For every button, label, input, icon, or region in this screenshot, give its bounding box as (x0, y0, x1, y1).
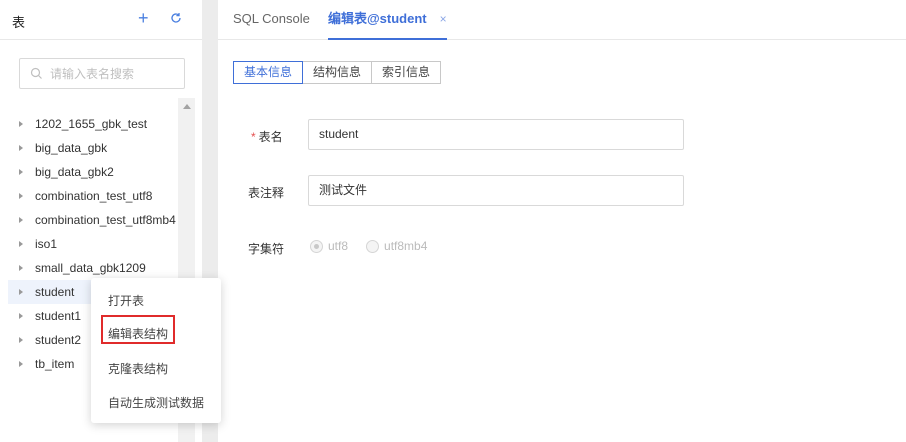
highlight-box (101, 315, 175, 344)
table-item-label: student1 (35, 309, 82, 323)
caret-right-icon[interactable] (19, 289, 23, 295)
sidebar-title: 表 (12, 15, 26, 30)
caret-right-icon[interactable] (19, 217, 23, 223)
charset-radio-utf8[interactable] (310, 239, 323, 253)
refresh-icon[interactable] (170, 8, 186, 28)
charset-option-label: utf8mb4 (384, 239, 428, 253)
subtab-structure-info[interactable]: 结构信息 (302, 61, 373, 84)
caret-right-icon[interactable] (19, 169, 23, 175)
table-item[interactable]: iso1 (8, 232, 178, 256)
table-item[interactable]: small_data_gbk1209 (8, 256, 178, 280)
table-item-label: big_data_gbk (35, 141, 108, 155)
table-item-label: 1202_1655_gbk_test (35, 117, 148, 131)
charset-label: 字集符 (248, 242, 285, 256)
table-search (19, 58, 185, 89)
table-item[interactable]: 1202_1655_gbk_test (8, 112, 178, 136)
table-item-label: combination_test_utf8 (35, 189, 153, 203)
add-table-icon[interactable]: + (138, 8, 154, 28)
table-item-label: student2 (35, 333, 82, 347)
tab-edit-table-label: 编辑表@student (328, 11, 427, 26)
tab-edit-table[interactable]: 编辑表@student × (328, 0, 447, 40)
search-input[interactable] (50, 65, 180, 83)
caret-right-icon[interactable] (19, 193, 23, 199)
context-menu: 打开表 编辑表结构 克隆表结构 自动生成测试数据 (91, 278, 221, 423)
caret-right-icon[interactable] (19, 241, 23, 247)
table-item-label: small_data_gbk1209 (35, 261, 146, 275)
table-name-label: * 表名 (251, 128, 283, 145)
close-icon[interactable]: × (440, 0, 447, 38)
caret-right-icon[interactable] (19, 361, 23, 367)
subtab-index-info[interactable]: 索引信息 (371, 61, 442, 84)
table-item-label: iso1 (35, 237, 58, 251)
table-item-label: combination_test_utf8mb4 (35, 213, 176, 227)
table-name-label-text: 表名 (258, 130, 283, 144)
table-name-field[interactable]: student (308, 119, 684, 150)
menu-item-clone-structure[interactable]: 克隆表结构 (108, 360, 168, 377)
search-icon (30, 67, 43, 80)
sidebar-header: 表 + (0, 0, 202, 40)
caret-right-icon[interactable] (19, 337, 23, 343)
scroll-up-arrow-icon[interactable] (183, 104, 191, 109)
charset-radio-group: utf8 utf8mb4 (310, 239, 445, 253)
table-item-label: student (35, 285, 75, 299)
subtab-basic-info[interactable]: 基本信息 (233, 61, 304, 84)
required-mark: * (251, 130, 256, 144)
caret-right-icon[interactable] (19, 313, 23, 319)
table-item[interactable]: combination_test_utf8 (8, 184, 178, 208)
table-item-label: tb_item (35, 357, 75, 371)
menu-item-generate-test-data[interactable]: 自动生成测试数据 (108, 394, 204, 411)
table-item-label: big_data_gbk2 (35, 165, 114, 179)
table-item[interactable]: big_data_gbk (8, 136, 178, 160)
tab-sql-console[interactable]: SQL Console (233, 0, 310, 40)
table-item[interactable]: big_data_gbk2 (8, 160, 178, 184)
editor-tabs: SQL Console 编辑表@student × (218, 0, 906, 40)
charset-option-label: utf8 (328, 239, 349, 253)
caret-right-icon[interactable] (19, 121, 23, 127)
table-comment-label: 表注释 (248, 186, 285, 200)
table-comment-field[interactable]: 测试文件 (308, 175, 684, 206)
caret-right-icon[interactable] (19, 145, 23, 151)
subtab-group: 基本信息 结构信息 索引信息 (233, 61, 442, 84)
charset-radio-utf8mb4[interactable] (366, 239, 380, 253)
menu-item-open-table[interactable]: 打开表 (108, 292, 144, 309)
table-item[interactable]: combination_test_utf8mb4 (8, 208, 178, 232)
caret-right-icon[interactable] (19, 265, 23, 271)
